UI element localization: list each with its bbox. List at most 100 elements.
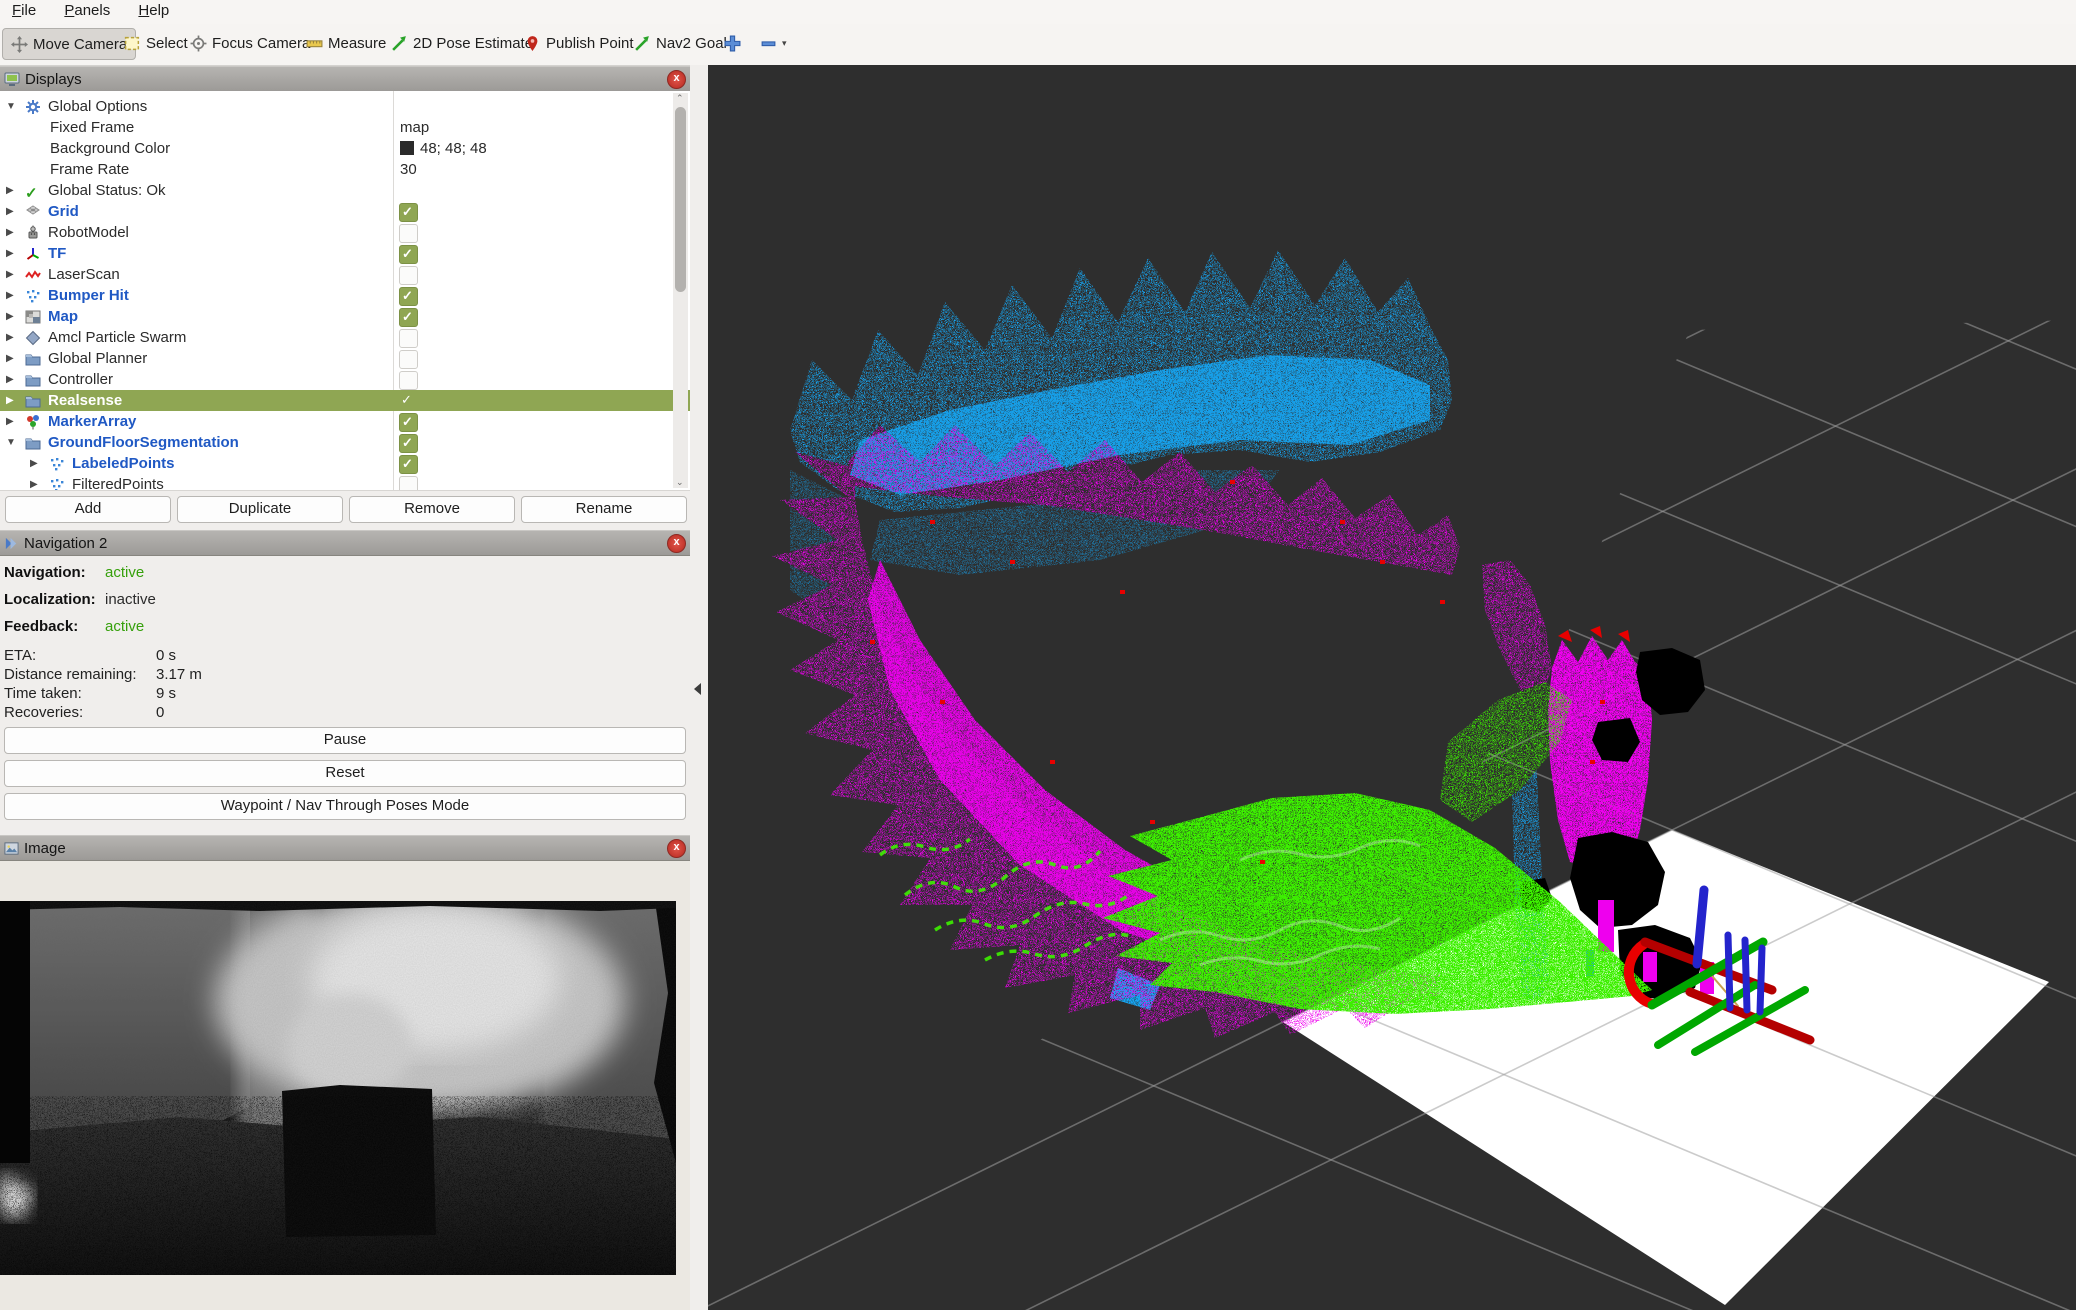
fixed-frame-value[interactable]: map <box>400 117 429 138</box>
expand-arrow-icon[interactable]: ▶ <box>6 285 18 306</box>
row-markerarray[interactable]: ▶ MarkerArray <box>0 411 690 432</box>
distance-metric: Distance remaining:3.17 m <box>4 666 137 683</box>
points-icon <box>25 288 41 304</box>
markerarray-checkbox[interactable] <box>399 413 418 432</box>
tool-label: Measure <box>328 35 386 52</box>
background-color-value[interactable]: 48; 48; 48 <box>400 138 487 159</box>
row-map[interactable]: ▶ Map <box>0 306 690 327</box>
frame-rate-value[interactable]: 30 <box>400 159 417 180</box>
expand-arrow-icon[interactable]: ▶ <box>6 327 18 348</box>
groundfloorsegmentation-checkbox[interactable] <box>399 434 418 453</box>
labeledpoints-checkbox[interactable] <box>399 455 418 474</box>
panel-splitter[interactable] <box>690 65 708 1310</box>
3d-scene <box>708 65 2076 1310</box>
expand-arrow-icon[interactable]: ▶ <box>30 474 42 491</box>
pause-button[interactable]: Pause <box>4 727 686 754</box>
depth-image <box>0 901 676 1275</box>
expand-arrow-icon[interactable]: ▶ <box>6 201 18 222</box>
scrollbar-thumb[interactable] <box>675 107 686 292</box>
close-icon[interactable]: x <box>667 534 686 553</box>
expand-arrow-icon[interactable]: ▶ <box>30 453 42 474</box>
row-fixed-frame[interactable]: Fixed Frame map <box>0 117 690 138</box>
scroll-down-icon[interactable]: ⌄ <box>676 477 684 488</box>
row-background-color[interactable]: Background Color 48; 48; 48 <box>0 138 690 159</box>
row-controller[interactable]: ▶ Controller <box>0 369 690 390</box>
expand-arrow-icon[interactable]: ▶ <box>6 264 18 285</box>
row-global-planner[interactable]: ▶ Global Planner <box>0 348 690 369</box>
row-realsense[interactable]: ▶ Realsense <box>0 390 690 411</box>
grid-icon <box>25 204 41 220</box>
grid-checkbox[interactable] <box>399 203 418 222</box>
global-planner-checkbox[interactable] <box>399 350 418 369</box>
expand-arrow-icon[interactable]: ▶ <box>6 306 18 327</box>
add-button[interactable]: Add <box>5 496 171 523</box>
expand-arrow-icon[interactable]: ▶ <box>6 243 18 264</box>
map-checkbox[interactable] <box>399 308 418 327</box>
scroll-up-icon[interactable]: ⌃ <box>676 93 684 104</box>
laserscan-checkbox[interactable] <box>399 266 418 285</box>
menu-help[interactable]: Help <box>126 0 181 24</box>
row-groundfloorsegmentation[interactable]: ▼ GroundFloorSegmentation <box>0 432 690 453</box>
controller-checkbox[interactable] <box>399 371 418 390</box>
row-laserscan[interactable]: ▶ LaserScan <box>0 264 690 285</box>
amcl-checkbox[interactable] <box>399 329 418 348</box>
close-icon[interactable]: x <box>667 839 686 858</box>
row-frame-rate[interactable]: Frame Rate 30 <box>0 159 690 180</box>
markers-icon <box>25 414 41 430</box>
menu-panels[interactable]: Panels <box>52 0 122 24</box>
tf-checkbox[interactable] <box>399 245 418 264</box>
dropdown-caret-icon[interactable]: ▾ <box>782 38 787 49</box>
expand-arrow-icon[interactable]: ▶ <box>6 348 18 369</box>
filteredpoints-checkbox[interactable] <box>399 476 418 491</box>
waypoint-mode-button[interactable]: Waypoint / Nav Through Poses Mode <box>4 793 686 820</box>
menu-file[interactable]: File <box>0 0 48 24</box>
displays-tree: ▼ Global Options Fixed Frame map Backgro… <box>0 91 690 491</box>
row-amcl[interactable]: ▶ Amcl Particle Swarm <box>0 327 690 348</box>
row-bumper-hit[interactable]: ▶ Bumper Hit <box>0 285 690 306</box>
nav2-panel: Navigation 2 x Navigation:active Localiz… <box>0 530 690 828</box>
row-labeledpoints[interactable]: ▶ LabeledPoints <box>0 453 690 474</box>
nav2-panel-header[interactable]: Navigation 2 x <box>0 530 690 556</box>
focus-camera-icon <box>190 35 207 52</box>
move-camera-icon <box>11 36 28 53</box>
row-global-status[interactable]: ▶ ✓ Global Status: Ok <box>0 180 690 201</box>
collapse-panel-icon[interactable] <box>694 683 701 695</box>
duplicate-button[interactable]: Duplicate <box>177 496 343 523</box>
image-panel: Image x <box>0 835 690 1310</box>
tool-measure[interactable]: Measure <box>298 28 394 58</box>
row-robotmodel[interactable]: ▶ RobotModel <box>0 222 690 243</box>
expand-arrow-icon[interactable]: ▼ <box>6 96 18 117</box>
robotmodel-checkbox[interactable] <box>399 224 418 243</box>
rename-button[interactable]: Rename <box>521 496 687 523</box>
row-tf[interactable]: ▶ TF <box>0 243 690 264</box>
tool-add-display[interactable] <box>716 28 749 58</box>
folder-icon <box>25 435 41 451</box>
tool-label: Publish Point <box>546 35 634 52</box>
gear-icon <box>25 99 41 115</box>
expand-arrow-icon[interactable]: ▶ <box>6 180 18 201</box>
expand-arrow-icon[interactable]: ▶ <box>6 369 18 390</box>
tree-scrollbar[interactable]: ⌃ ⌄ <box>673 93 688 488</box>
realsense-checkbox[interactable] <box>399 392 416 409</box>
remove-button[interactable]: Remove <box>349 496 515 523</box>
tool-publish-point[interactable]: Publish Point <box>516 28 642 58</box>
expand-arrow-icon[interactable]: ▼ <box>6 432 18 453</box>
close-icon[interactable]: x <box>667 70 686 89</box>
expand-arrow-icon[interactable]: ▶ <box>6 390 18 411</box>
plus-icon <box>724 35 741 52</box>
row-global-options[interactable]: ▼ Global Options <box>0 96 690 117</box>
tf-axes-icon <box>25 246 41 262</box>
publish-point-icon <box>524 35 541 52</box>
row-filteredpoints[interactable]: ▶ FilteredPoints <box>0 474 690 491</box>
expand-arrow-icon[interactable]: ▶ <box>6 222 18 243</box>
bumper-hit-checkbox[interactable] <box>399 287 418 306</box>
image-panel-header[interactable]: Image x <box>0 835 690 861</box>
expand-arrow-icon[interactable]: ▶ <box>6 411 18 432</box>
row-grid[interactable]: ▶ Grid <box>0 201 690 222</box>
tool-remove-display[interactable]: ▾ <box>752 28 795 58</box>
feedback-status: Feedback:active <box>4 618 78 635</box>
points-icon <box>49 456 65 472</box>
displays-panel-header[interactable]: Displays x <box>0 66 690 92</box>
3d-viewport[interactable] <box>708 65 2076 1310</box>
reset-button[interactable]: Reset <box>4 760 686 787</box>
